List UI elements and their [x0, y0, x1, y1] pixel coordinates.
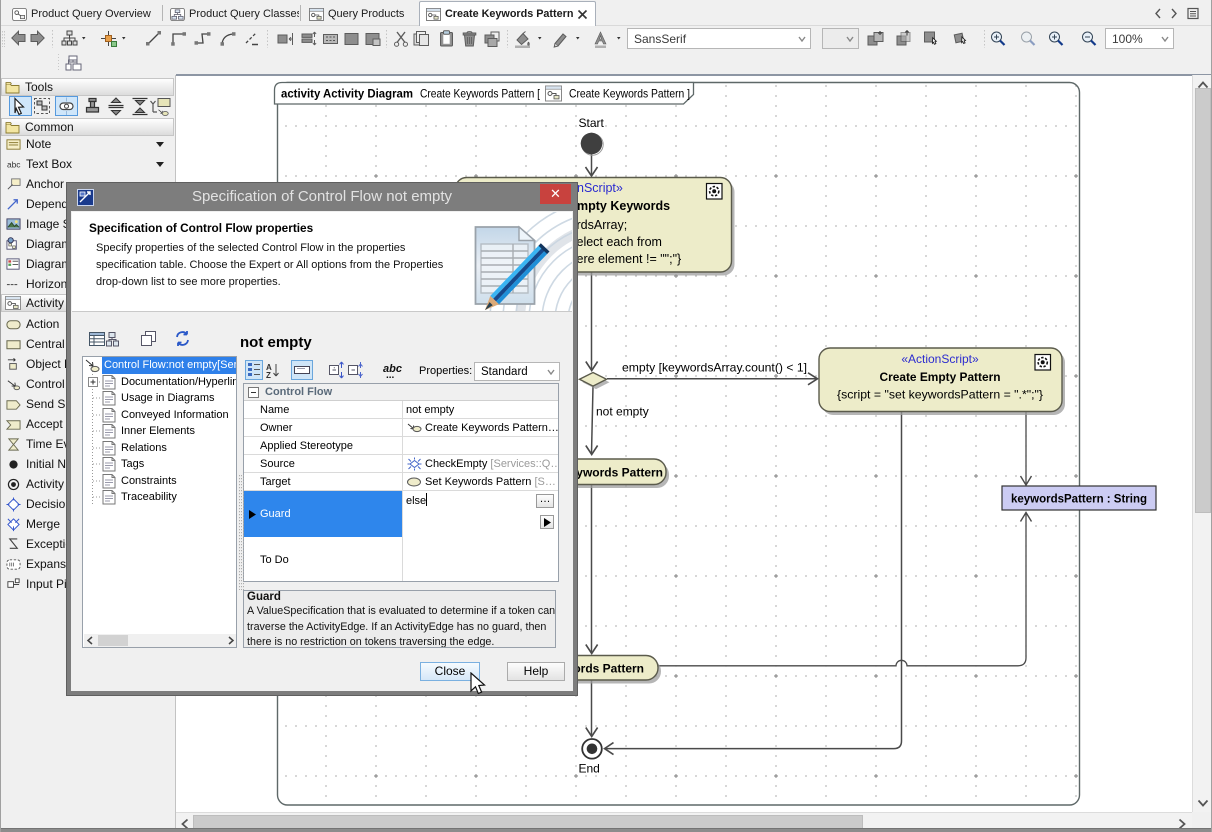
svg-text:Create Keywords Pattern [: Create Keywords Pattern [: [420, 87, 541, 101]
svg-text:rdsArray;: rdsArray;: [577, 218, 628, 232]
svg-text:Start: Start: [579, 116, 605, 130]
svg-text:keywordsPattern : String: keywordsPattern : String: [1011, 492, 1147, 506]
svg-text:empty [keywordsArray.count() <: empty [keywordsArray.count() < 1]: [622, 361, 807, 375]
svg-text:{script = "set keywordsPattern: {script = "set keywordsPattern = ".*";"}: [837, 388, 1043, 402]
svg-text:...: ...: [386, 370, 395, 381]
svg-text:End: End: [579, 762, 600, 776]
svg-text:ere element != "";"}: ere element != "";"}: [577, 252, 682, 266]
svg-text:nScript»: nScript»: [577, 181, 623, 195]
svg-text:Create Keywords Pattern ]: Create Keywords Pattern ]: [569, 87, 690, 101]
svg-text:elect each from: elect each from: [577, 235, 662, 249]
svg-text:not empty: not empty: [596, 405, 649, 419]
svg-text:activity Activity Diagram: activity Activity Diagram: [281, 87, 413, 101]
svg-text:Z: Z: [266, 371, 271, 380]
svg-text:abc: abc: [7, 159, 21, 169]
svg-text:mpty Keywords: mpty Keywords: [577, 199, 670, 213]
svg-text:Create Empty Pattern: Create Empty Pattern: [880, 370, 1001, 384]
svg-text:«ActionScript»: «ActionScript»: [901, 352, 979, 366]
